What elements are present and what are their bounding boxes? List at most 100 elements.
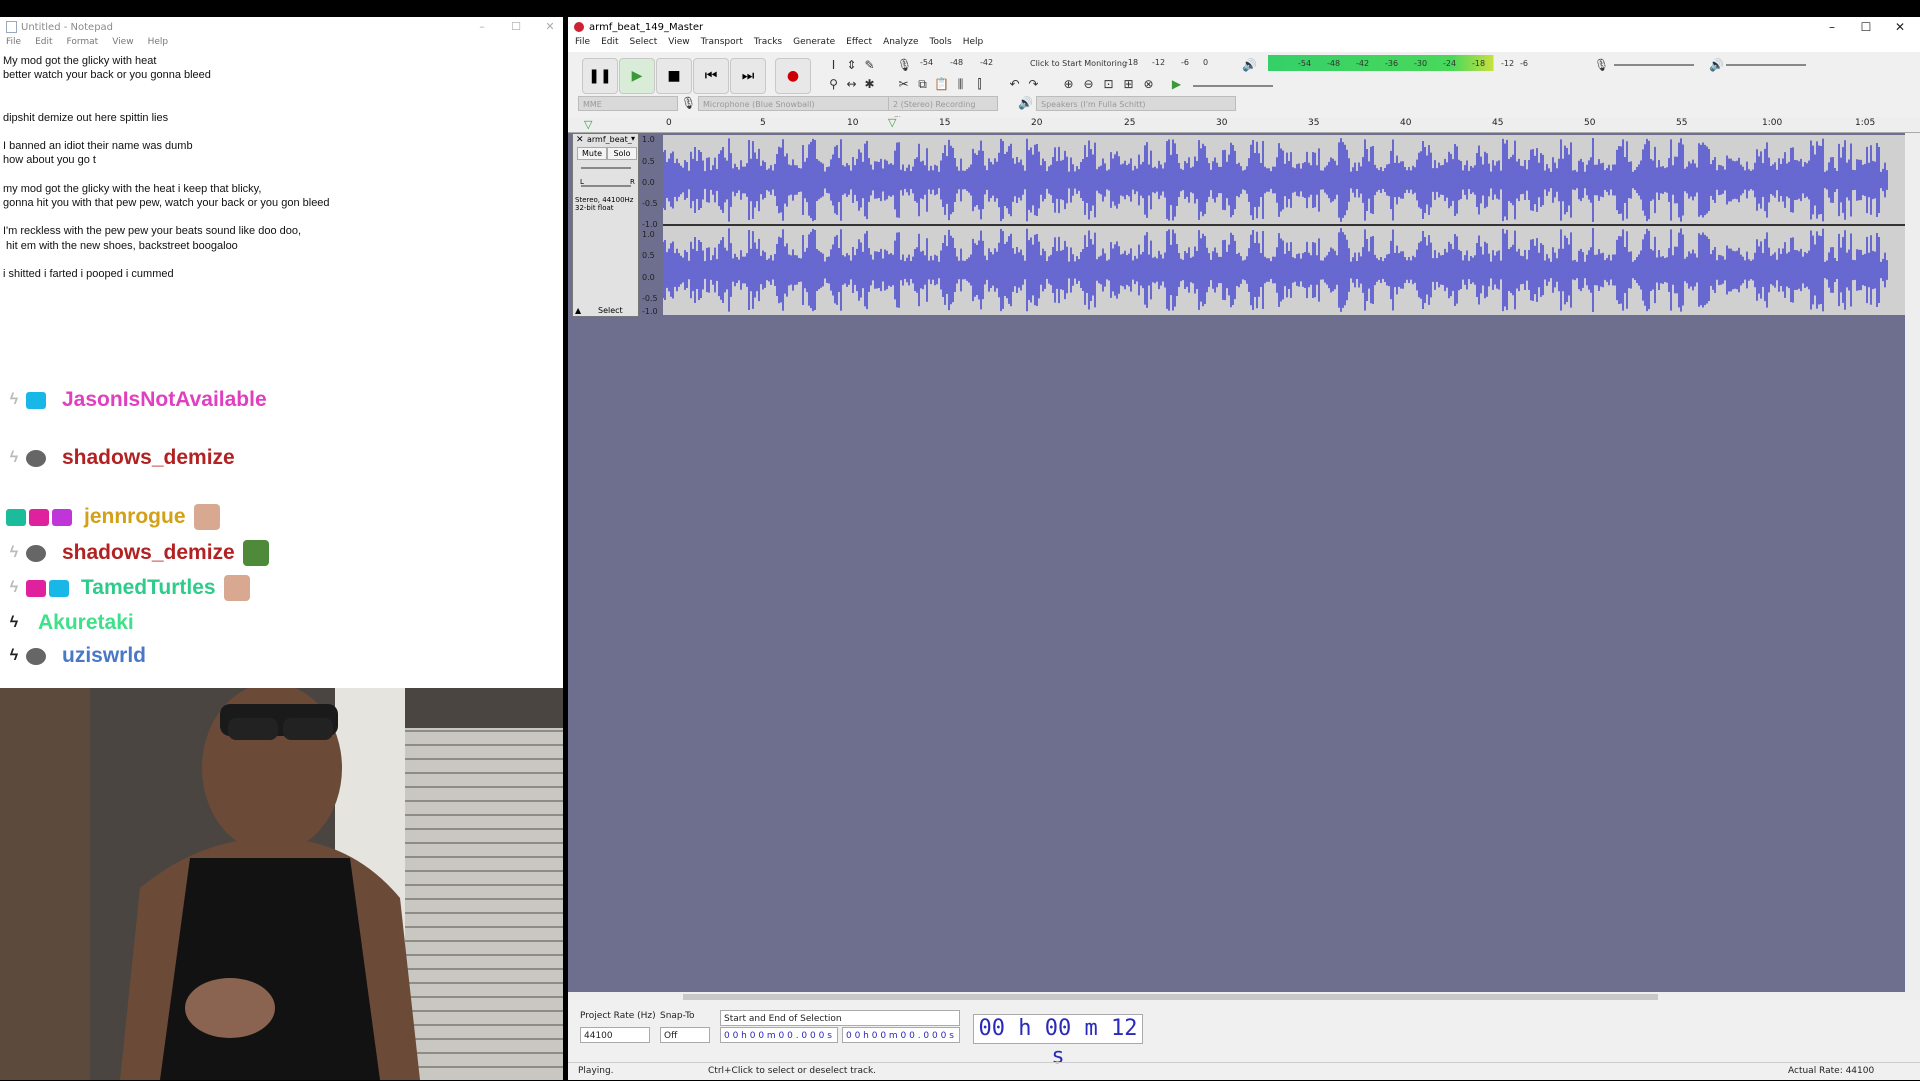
meter-tick: -18 bbox=[1472, 59, 1486, 68]
microphone-icon[interactable]: 🎙 bbox=[896, 57, 913, 74]
solo-button[interactable]: Solo bbox=[607, 147, 637, 160]
bolt-icon: ϟ bbox=[9, 647, 19, 664]
bolt-icon: ϟ bbox=[9, 391, 19, 408]
speaker-icon[interactable]: 🔊 bbox=[1241, 57, 1258, 74]
bolt-icon: ϟ bbox=[9, 579, 19, 596]
selection-start-field[interactable]: 0 0 h 0 0 m 0 0 . 0 0 0 s bbox=[720, 1027, 838, 1043]
track-name-menu[interactable]: armf_beat_1 bbox=[587, 135, 632, 144]
copy-icon[interactable]: ⧉ bbox=[914, 76, 931, 93]
menu-tracks[interactable]: Tracks bbox=[754, 37, 782, 47]
menu-select[interactable]: Select bbox=[630, 37, 658, 47]
play-at-speed-icon[interactable]: ▶ bbox=[1168, 76, 1185, 93]
selection-tool-icon[interactable]: I bbox=[825, 57, 842, 74]
menu-edit[interactable]: Edit bbox=[35, 37, 52, 47]
menu-format[interactable]: Format bbox=[67, 37, 99, 47]
menu-file[interactable]: File bbox=[575, 37, 590, 47]
maximize-icon[interactable]: ☐ bbox=[499, 17, 533, 37]
trim-icon[interactable]: ⫼ bbox=[952, 76, 969, 93]
menu-view[interactable]: View bbox=[668, 37, 689, 47]
menu-file[interactable]: File bbox=[6, 37, 21, 47]
notepad-text-area[interactable]: My mod got the glicky with heat better w… bbox=[3, 54, 558, 281]
chevron-down-icon[interactable]: ▾ bbox=[631, 134, 635, 143]
ruler-tick: 25 bbox=[1124, 118, 1136, 128]
close-icon[interactable]: ✕ bbox=[533, 17, 567, 37]
y-axis-label: 1.0 bbox=[642, 135, 655, 144]
mute-button[interactable]: Mute bbox=[577, 147, 607, 160]
status-state: Playing. bbox=[578, 1066, 614, 1076]
playback-device-select[interactable]: Speakers (I'm Fulla Schitt) bbox=[1036, 96, 1236, 111]
fit-project-icon[interactable]: ⊞ bbox=[1120, 76, 1137, 93]
menu-help[interactable]: Help bbox=[148, 37, 169, 47]
waveform-display[interactable] bbox=[662, 135, 1905, 315]
play-speed-slider[interactable] bbox=[1193, 85, 1273, 87]
multi-tool-icon[interactable]: ✱ bbox=[861, 76, 878, 93]
close-icon[interactable]: ✕ bbox=[1883, 17, 1917, 37]
zoom-in-icon[interactable]: ⊕ bbox=[1060, 76, 1077, 93]
zoom-out-icon[interactable]: ⊖ bbox=[1080, 76, 1097, 93]
audio-host-select[interactable]: MME bbox=[578, 96, 678, 111]
chat-username: shadows_demize bbox=[62, 446, 235, 469]
audacity-window: armf_beat_149_Master – ☐ ✕ File Edit Selec… bbox=[568, 17, 1920, 1080]
project-rate-select[interactable]: 44100 bbox=[580, 1027, 650, 1043]
audio-position-display[interactable]: 00 h 00 m 12 s bbox=[973, 1014, 1143, 1069]
select-track-button[interactable]: Select bbox=[598, 306, 623, 315]
recording-device-select[interactable]: Microphone (Blue Snowball) bbox=[698, 96, 890, 111]
menu-transport[interactable]: Transport bbox=[701, 37, 743, 47]
ruler-tick: 35 bbox=[1308, 118, 1320, 128]
selection-mode-select[interactable]: Start and End of Selection bbox=[720, 1010, 960, 1026]
heart-badge-icon bbox=[29, 508, 49, 526]
track-panel[interactable]: ✕ armf_beat_1 ▾ Mute Solo L R Stereo, 44… bbox=[568, 133, 1920, 1000]
menu-help[interactable]: Help bbox=[963, 37, 984, 47]
notepad-menubar: File Edit Format View Help bbox=[0, 37, 563, 52]
chat-message: jennrogue bbox=[0, 502, 220, 532]
fit-selection-icon[interactable]: ⊡ bbox=[1100, 76, 1117, 93]
menu-tools[interactable]: Tools bbox=[930, 37, 952, 47]
minimize-icon[interactable]: – bbox=[1815, 17, 1849, 37]
start-monitoring-label[interactable]: Click to Start Monitoring bbox=[1030, 59, 1127, 68]
snap-to-select[interactable]: Off bbox=[660, 1027, 710, 1043]
draw-tool-icon[interactable]: ✎ bbox=[861, 57, 878, 74]
pause-button[interactable]: ❚❚ bbox=[582, 58, 618, 94]
meter-tick: -18 bbox=[1125, 58, 1139, 67]
menu-effect[interactable]: Effect bbox=[846, 37, 872, 47]
playback-meter-bar[interactable]: -54 -48 -42 -36 -30 -24 -18 -12 -6 bbox=[1268, 55, 1530, 71]
menu-analyze[interactable]: Analyze bbox=[883, 37, 918, 47]
record-button[interactable]: ● bbox=[775, 58, 811, 94]
chat-username: JasonIsNotAvailable bbox=[62, 388, 267, 411]
collapse-icon[interactable]: ▲ bbox=[575, 306, 581, 315]
skip-end-button[interactable]: ⏭ bbox=[730, 58, 766, 94]
paste-icon[interactable]: 📋 bbox=[933, 76, 950, 93]
play-button[interactable]: ▶ bbox=[619, 58, 655, 94]
recording-channels-select[interactable]: 2 (Stereo) Recording Chann bbox=[888, 96, 998, 124]
redo-icon[interactable]: ↷ bbox=[1025, 76, 1042, 93]
skip-start-button[interactable]: ⏮ bbox=[693, 58, 729, 94]
maximize-icon[interactable]: ☐ bbox=[1849, 17, 1883, 37]
zoom-toggle-icon[interactable]: ⊗ bbox=[1140, 76, 1157, 93]
chat-message: ϟ JasonIsNotAvailable bbox=[0, 385, 267, 415]
playback-position-icon: ▽ bbox=[888, 116, 897, 129]
menu-edit[interactable]: Edit bbox=[601, 37, 618, 47]
selection-end-field[interactable]: 0 0 h 0 0 m 0 0 . 0 0 0 s bbox=[842, 1027, 960, 1043]
menu-generate[interactable]: Generate bbox=[793, 37, 835, 47]
silence-icon[interactable]: ⫿ bbox=[971, 76, 988, 93]
meter-tick: -54 bbox=[1298, 59, 1312, 68]
pan-slider[interactable] bbox=[581, 185, 631, 187]
cut-icon[interactable]: ✂ bbox=[895, 76, 912, 93]
stop-button[interactable]: ■ bbox=[656, 58, 692, 94]
y-axis-label: -0.5 bbox=[642, 294, 658, 303]
menu-view[interactable]: View bbox=[112, 37, 133, 47]
undo-icon[interactable]: ↶ bbox=[1006, 76, 1023, 93]
gain-slider[interactable] bbox=[581, 167, 631, 169]
timeshift-tool-icon[interactable]: ↔ bbox=[843, 76, 860, 93]
y-axis-label: -1.0 bbox=[642, 307, 658, 316]
playback-volume-slider[interactable] bbox=[1726, 64, 1806, 66]
track-close-icon[interactable]: ✕ bbox=[576, 135, 584, 145]
timeline-ruler[interactable]: ▽ ▽ 0 5 10 15 20 25 30 35 40 45 50 55 1:… bbox=[568, 116, 1920, 133]
waveform-graph bbox=[662, 138, 1905, 312]
gun-badge-icon bbox=[26, 544, 46, 562]
recording-volume-slider[interactable] bbox=[1614, 64, 1694, 66]
minimize-icon[interactable]: – bbox=[465, 17, 499, 37]
vertical-scrollbar[interactable] bbox=[1905, 133, 1920, 1000]
envelope-tool-icon[interactable]: ⇕ bbox=[843, 57, 860, 74]
zoom-tool-icon[interactable]: ⚲ bbox=[825, 76, 842, 93]
